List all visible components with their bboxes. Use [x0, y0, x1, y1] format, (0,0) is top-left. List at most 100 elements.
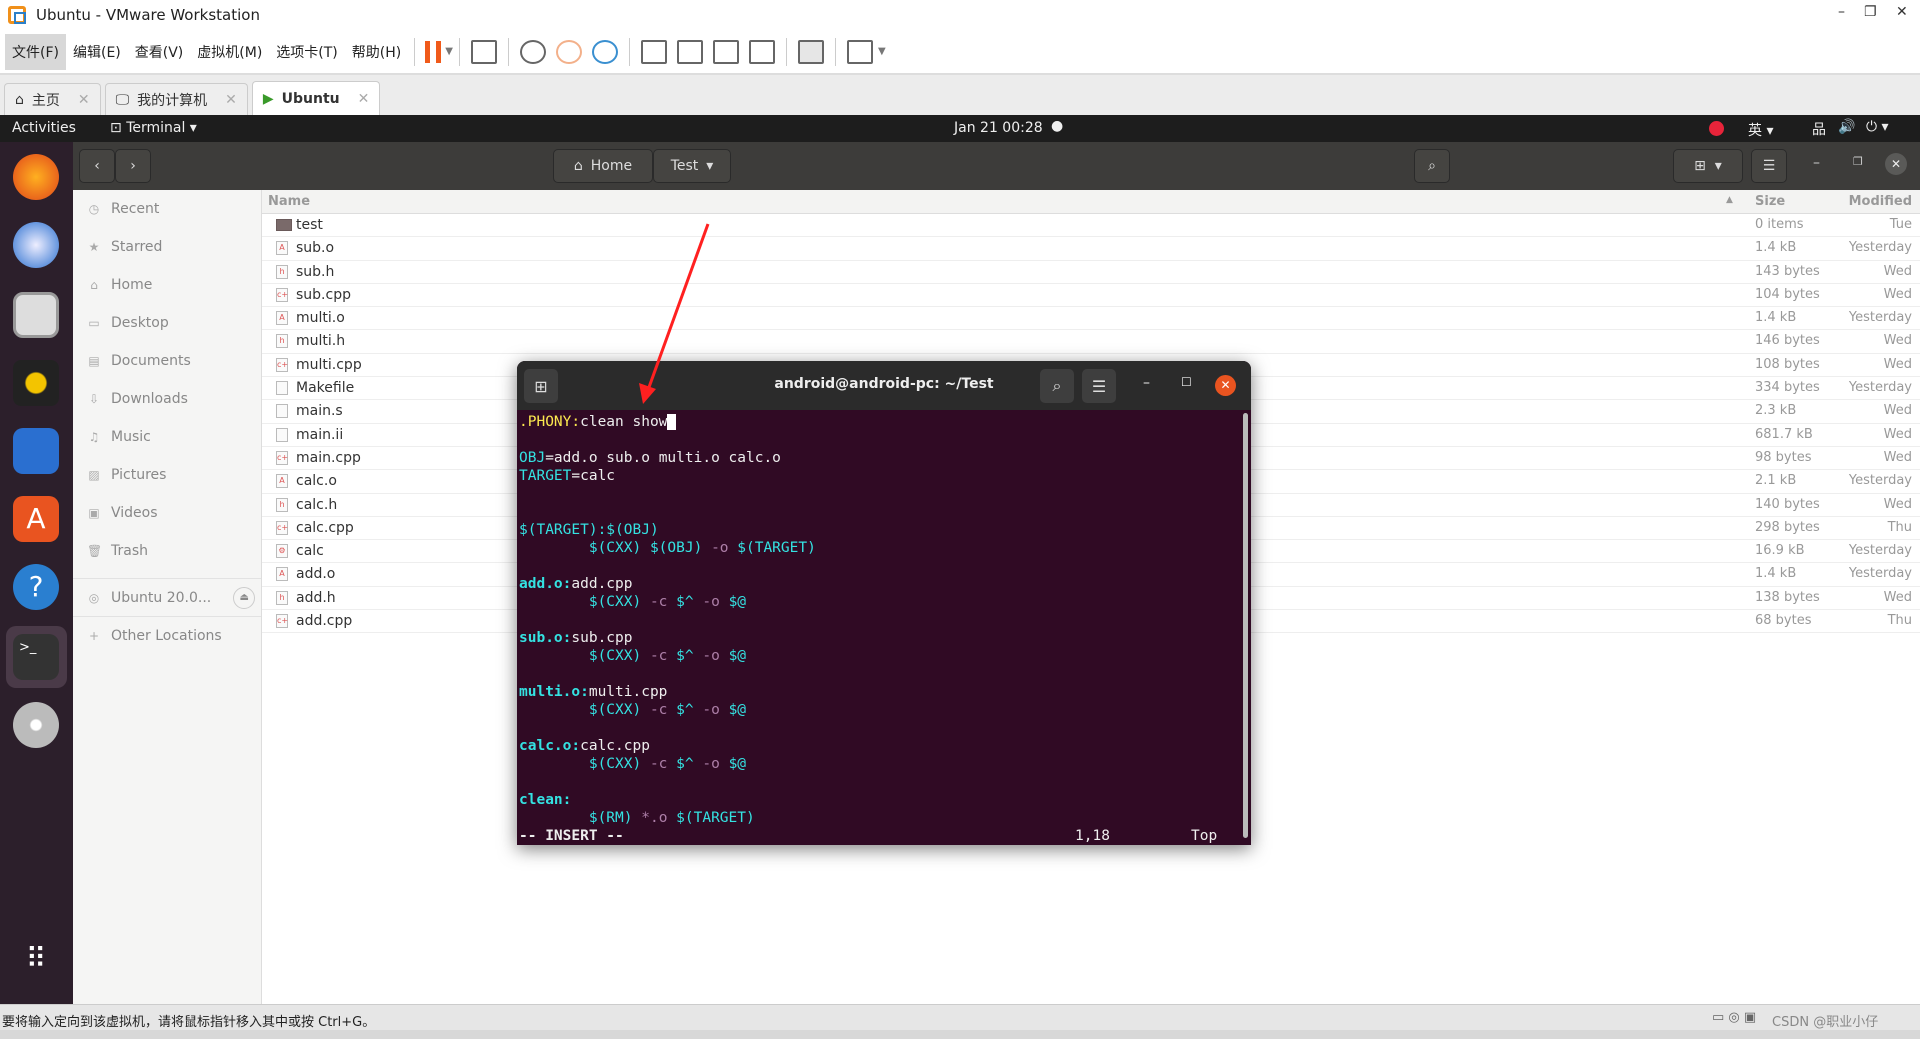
file-row[interactable]: c+ sub.cpp 104 bytes Wed — [262, 284, 1920, 308]
sidebar-icon: ◷ — [88, 202, 100, 216]
eject-icon[interactable]: ⏏ — [233, 586, 256, 609]
menu-tabs[interactable]: 选项卡(T) — [269, 34, 344, 70]
search-button[interactable]: ⌕ — [1414, 149, 1450, 183]
file-row[interactable]: test 0 items Tue — [262, 214, 1920, 238]
menu-button[interactable]: ☰ — [1082, 369, 1116, 403]
clock[interactable]: Jan 21 00:28 — [954, 120, 1043, 136]
menu-file[interactable]: 文件(F) — [5, 33, 66, 70]
help-icon[interactable]: ? — [13, 564, 59, 610]
dropdown-icon[interactable]: ▼ — [445, 46, 453, 57]
revert-snapshot-icon[interactable] — [555, 39, 582, 64]
maximize-button[interactable]: ☐ — [1181, 375, 1192, 389]
pause-icon[interactable] — [425, 40, 442, 63]
device-icons[interactable]: ▭ ◎ ▣ — [1712, 1010, 1756, 1025]
files-icon[interactable] — [13, 292, 59, 338]
code-line: $(CXX) -c $^ -o $@ — [519, 755, 1239, 773]
column-modified[interactable]: Modified — [1849, 194, 1912, 209]
vim-editor[interactable]: .PHONY:clean show OBJ=add.o sub.o multi.… — [519, 410, 1239, 845]
sidebar-item-music[interactable]: ♫ Music — [73, 418, 261, 456]
search-button[interactable]: ⌕ — [1040, 369, 1074, 403]
maximize-button[interactable]: ❐ — [1853, 155, 1863, 168]
sidebar-item-videos[interactable]: ▣ Videos — [73, 494, 261, 532]
libreoffice-writer-icon[interactable] — [13, 428, 59, 474]
menu-button[interactable]: ☰ — [1751, 149, 1787, 183]
terminal-window[interactable]: ⊞ android@android-pc: ~/Test ⌕ ☰ – ☐ ✕ .… — [517, 361, 1251, 845]
menu-vm[interactable]: 虚拟机(M) — [190, 34, 269, 70]
sidebar-label: Ubuntu 20.0... — [111, 589, 212, 606]
menu-view[interactable]: 查看(V) — [128, 34, 191, 70]
view-toggle-button[interactable]: ⊞ ▾ — [1673, 149, 1743, 183]
code-token: calc.cpp — [580, 738, 650, 754]
sidebar-item-documents[interactable]: ▤ Documents — [73, 342, 261, 380]
close-button[interactable]: ✕ — [1896, 4, 1908, 20]
close-tab-icon[interactable]: ✕ — [358, 91, 370, 107]
close-button[interactable]: ✕ — [1215, 375, 1236, 396]
unity-icon[interactable] — [748, 39, 775, 64]
dropdown-icon[interactable]: ▼ — [878, 46, 886, 57]
sidebar-item-desktop[interactable]: ▭ Desktop — [73, 304, 261, 342]
code-token: clean: — [519, 792, 572, 808]
sidebar-item-trash[interactable]: 🗑 Trash — [73, 532, 261, 570]
close-tab-icon[interactable]: ✕ — [225, 92, 237, 108]
minimize-button[interactable]: – — [1813, 155, 1820, 171]
sidebar-item-pictures[interactable]: ▨ Pictures — [73, 456, 261, 494]
sidebar-item-downloads[interactable]: ⇩ Downloads — [73, 380, 261, 418]
tab-my-computer[interactable]: 🖵 我的计算机 ✕ — [104, 83, 248, 115]
scrollbar[interactable] — [1243, 413, 1248, 838]
minimize-button[interactable]: – — [1143, 375, 1150, 391]
send-keys-icon[interactable] — [470, 39, 497, 64]
back-button[interactable]: ‹ — [79, 149, 115, 183]
app-menu-terminal[interactable]: ⊡ Terminal ▾ — [110, 120, 197, 136]
snapshot-manager-icon[interactable] — [591, 39, 618, 64]
thunderbird-icon[interactable] — [13, 222, 59, 268]
sidebar-item-recent[interactable]: ◷ Recent — [73, 190, 261, 228]
code-token: multi.o: — [519, 684, 589, 700]
menu-help[interactable]: 帮助(H) — [345, 34, 408, 70]
code-token: $^ — [676, 756, 703, 772]
network-icon[interactable]: 品 — [1812, 119, 1826, 139]
search-icon: ⌕ — [1428, 158, 1436, 174]
watermark: CSDN @职业小仔 — [1772, 1015, 1879, 1030]
sidebar-item-starred[interactable]: ★ Starred — [73, 228, 261, 266]
dvd-icon[interactable] — [13, 702, 59, 748]
power-icon[interactable]: ⏻ ▾ — [1866, 119, 1889, 135]
restore-button[interactable]: ❐ — [1864, 4, 1877, 20]
snapshot-icon[interactable] — [519, 39, 546, 64]
sidebar-item-other-locations[interactable]: + Other Locations — [73, 616, 261, 654]
path-home[interactable]: ⌂ Home — [553, 149, 653, 183]
console-view-icon[interactable] — [797, 39, 824, 64]
close-tab-icon[interactable]: ✕ — [78, 92, 90, 108]
path-test[interactable]: Test ▾ — [653, 149, 731, 183]
show-applications-icon[interactable]: ⠿ — [13, 942, 59, 988]
terminal-dock-icon[interactable]: >_ — [13, 634, 59, 680]
forward-button[interactable]: › — [115, 149, 151, 183]
activities-button[interactable]: Activities — [12, 120, 76, 136]
file-row[interactable]: h sub.h 143 bytes Wed — [262, 261, 1920, 284]
stretch-icon[interactable] — [846, 39, 873, 64]
file-row[interactable]: Amulti.o 1.4 kB Yesterday — [262, 307, 1920, 331]
volume-icon[interactable]: 🔊 — [1838, 119, 1855, 135]
firefox-icon[interactable] — [13, 154, 59, 200]
file-modified: Yesterday — [1848, 543, 1912, 559]
code-line: calc.o:calc.cpp — [519, 737, 1239, 755]
file-row[interactable]: Asub.o 1.4 kB Yesterday — [262, 237, 1920, 261]
sidebar-item-ubuntu-20-0-[interactable]: ◎ Ubuntu 20.0... ⏏ — [73, 578, 261, 616]
close-button[interactable]: ✕ — [1885, 153, 1907, 175]
software-icon[interactable]: A — [13, 496, 59, 542]
menu-edit[interactable]: 编辑(E) — [66, 34, 128, 70]
column-name[interactable]: Name — [268, 194, 310, 209]
input-method[interactable]: 英 ▾ — [1748, 120, 1773, 140]
rhythmbox-icon[interactable] — [13, 360, 59, 406]
tab-ubuntu[interactable]: ▶ Ubuntu ✕ — [251, 81, 381, 115]
file-row[interactable]: h multi.h 146 bytes Wed — [262, 330, 1920, 354]
do-not-disturb-icon[interactable] — [1709, 121, 1724, 136]
tab-home[interactable]: ⌂ 主页 ✕ — [4, 83, 101, 115]
thumbnail-view-icon[interactable] — [676, 39, 703, 64]
sidebar-item-home[interactable]: ⌂ Home — [73, 266, 261, 304]
fullscreen-icon[interactable] — [712, 39, 739, 64]
library-view-icon[interactable] — [640, 39, 667, 64]
minimize-button[interactable]: – — [1838, 4, 1845, 20]
divider — [458, 37, 460, 66]
column-size[interactable]: Size — [1755, 194, 1785, 209]
